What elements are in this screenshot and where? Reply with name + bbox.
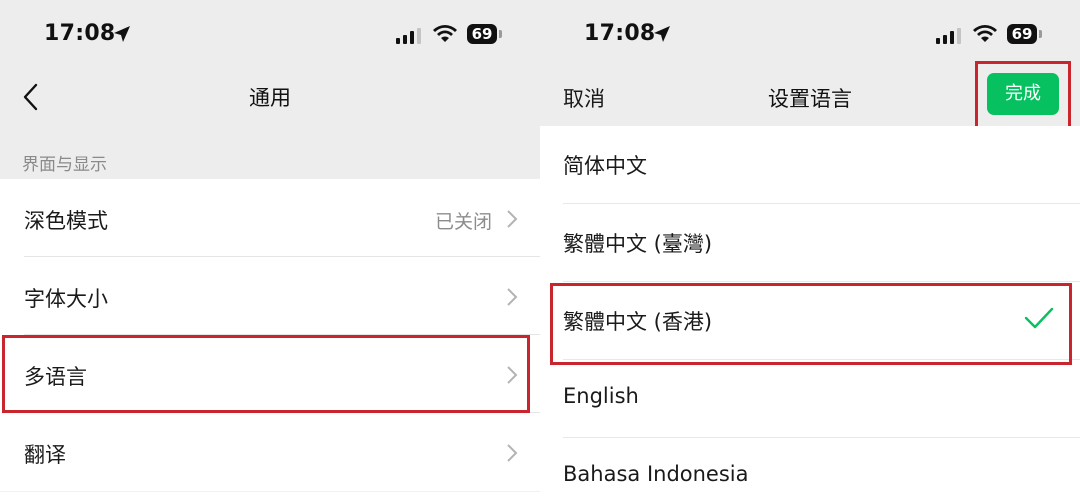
settings-row-language[interactable]: 多语言: [0, 335, 540, 413]
checkmark-icon: [1024, 307, 1054, 329]
battery-icon: 69: [1007, 24, 1045, 46]
language-option-bahasa-indonesia[interactable]: Bahasa Indonesia: [540, 438, 1080, 492]
row-value: 已关闭: [434, 211, 492, 233]
wifi-icon: [433, 25, 457, 42]
nav-bar: 通用: [0, 70, 540, 126]
language-label: Bahasa Indonesia: [563, 462, 749, 486]
status-bar: 17:08 69: [0, 0, 540, 70]
section-header-display: 界面与显示: [0, 126, 540, 179]
screenshot-composite: 17:08 69 通用 界面与显示 深色模式 已关闭 字体大小 多语言 翻译 1…: [0, 0, 1080, 492]
general-settings-screen: 17:08 69 通用 界面与显示 深色模式 已关闭 字体大小 多语言 翻译: [0, 0, 540, 492]
battery-level: 69: [1007, 24, 1037, 44]
language-option-traditional-chinese-taiwan[interactable]: 繁體中文 (臺灣): [540, 204, 1080, 282]
language-option-simplified-chinese[interactable]: 简体中文: [540, 126, 1080, 204]
chevron-right-icon: [507, 288, 518, 306]
language-option-english[interactable]: English: [540, 360, 1080, 438]
row-label: 多语言: [24, 365, 87, 389]
location-arrow-icon: [114, 26, 130, 42]
chevron-right-icon: [507, 366, 518, 384]
status-time: 17:08: [584, 21, 656, 46]
settings-row-translate[interactable]: 翻译: [0, 413, 540, 491]
language-label: English: [563, 384, 639, 408]
language-label: 简体中文: [563, 154, 647, 178]
battery-level: 69: [467, 24, 497, 44]
language-option-traditional-chinese-hongkong[interactable]: 繁體中文 (香港): [540, 282, 1080, 360]
wifi-icon: [973, 25, 997, 42]
location-arrow-icon: [654, 26, 670, 42]
page-title: 通用: [249, 86, 291, 110]
row-label: 翻译: [24, 443, 66, 467]
done-button[interactable]: 完成: [987, 73, 1059, 115]
language-label: 繁體中文 (臺灣): [563, 232, 713, 256]
set-language-screen: 17:08 69 取消 设置语言 完成 简体中文 繁體中文 (臺灣) 繁體中文 …: [540, 0, 1080, 492]
settings-row-dark-mode[interactable]: 深色模式 已关闭: [0, 179, 540, 257]
nav-bar: 取消 设置语言 完成: [540, 70, 1080, 126]
settings-row-font-size[interactable]: 字体大小: [0, 257, 540, 335]
section-header-label: 界面与显示: [22, 155, 107, 175]
language-label: 繁體中文 (香港): [563, 310, 713, 334]
row-label: 字体大小: [24, 287, 108, 311]
chevron-right-icon: [507, 444, 518, 462]
status-time: 17:08: [44, 21, 116, 46]
chevron-right-icon: [507, 210, 518, 228]
cellular-signal-icon: [936, 28, 961, 44]
battery-icon: 69: [467, 24, 505, 46]
row-label: 深色模式: [24, 209, 108, 233]
cellular-signal-icon: [396, 28, 421, 44]
status-bar: 17:08 69: [540, 0, 1080, 70]
